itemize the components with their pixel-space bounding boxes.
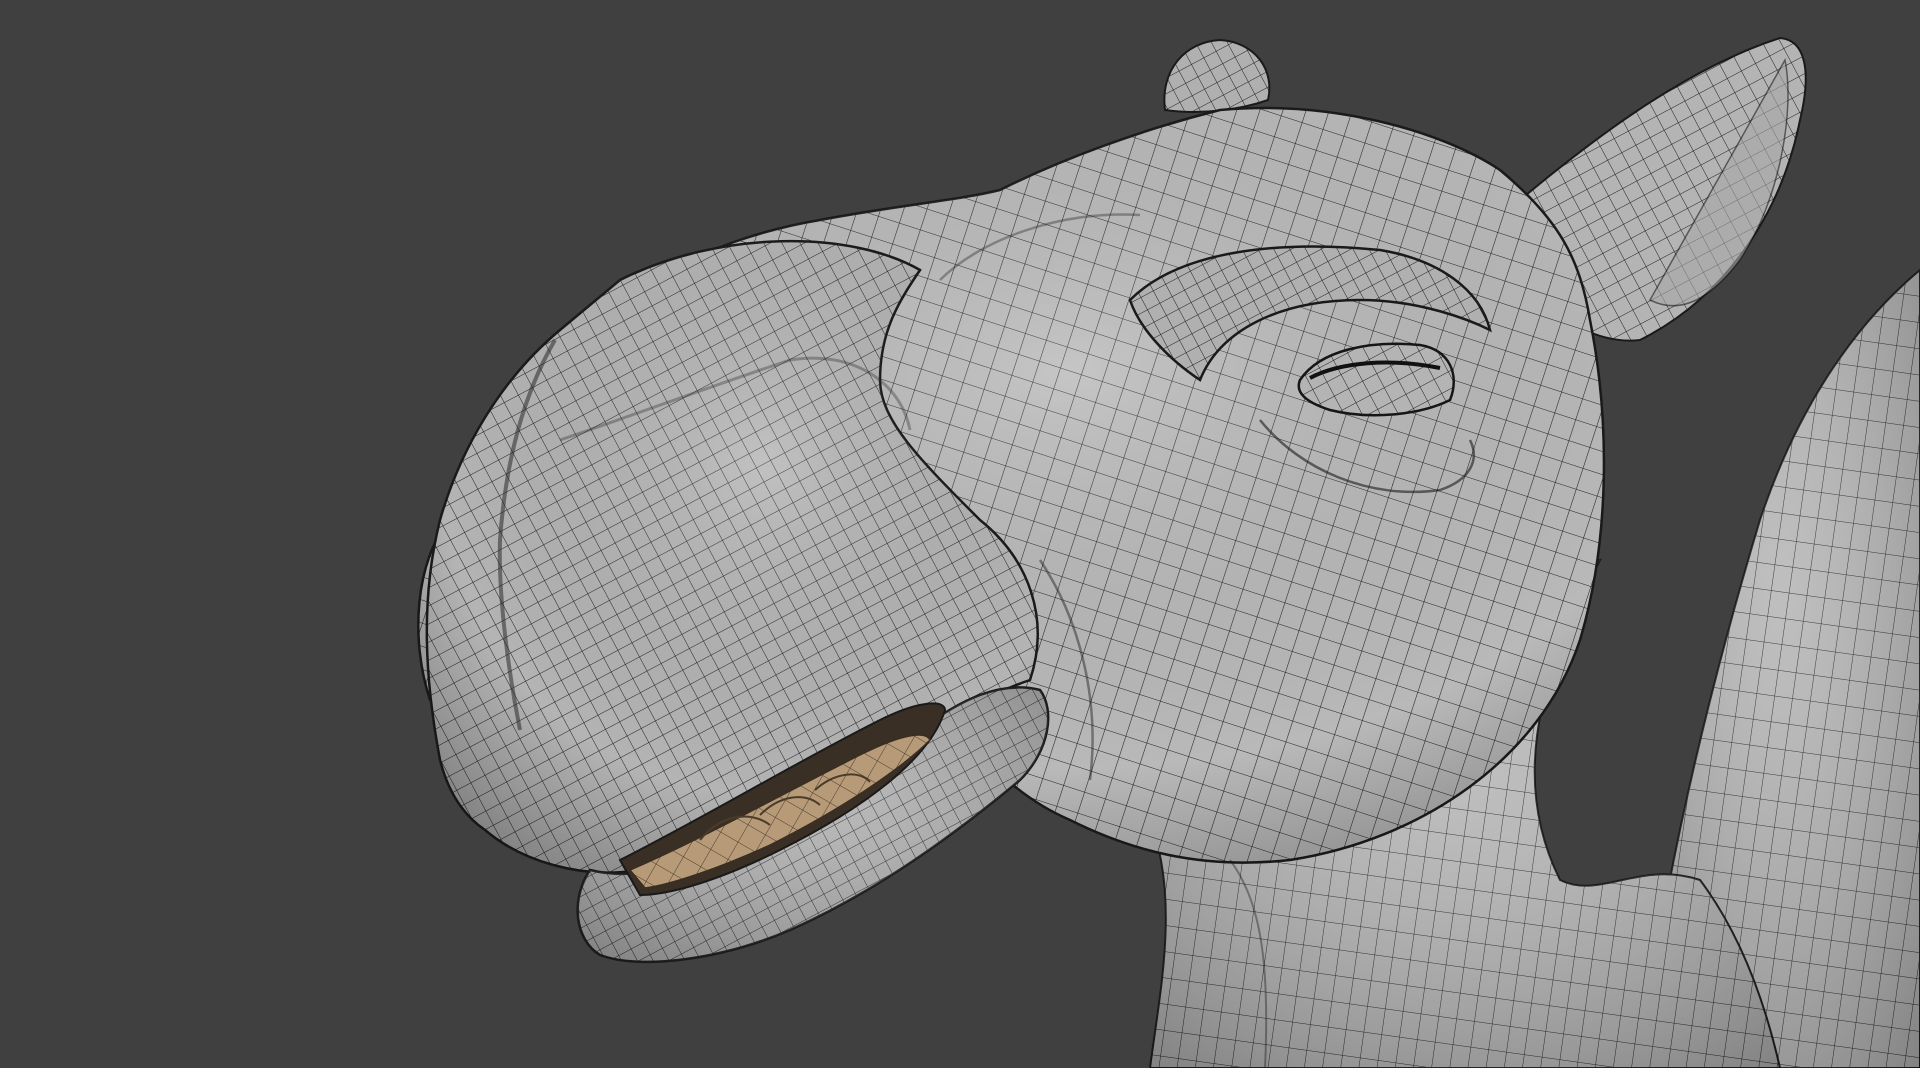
mesh-render[interactable] xyxy=(0,0,1920,1068)
3d-viewport[interactable] xyxy=(0,0,1920,1068)
ear-nub-mesh xyxy=(1163,38,1271,113)
